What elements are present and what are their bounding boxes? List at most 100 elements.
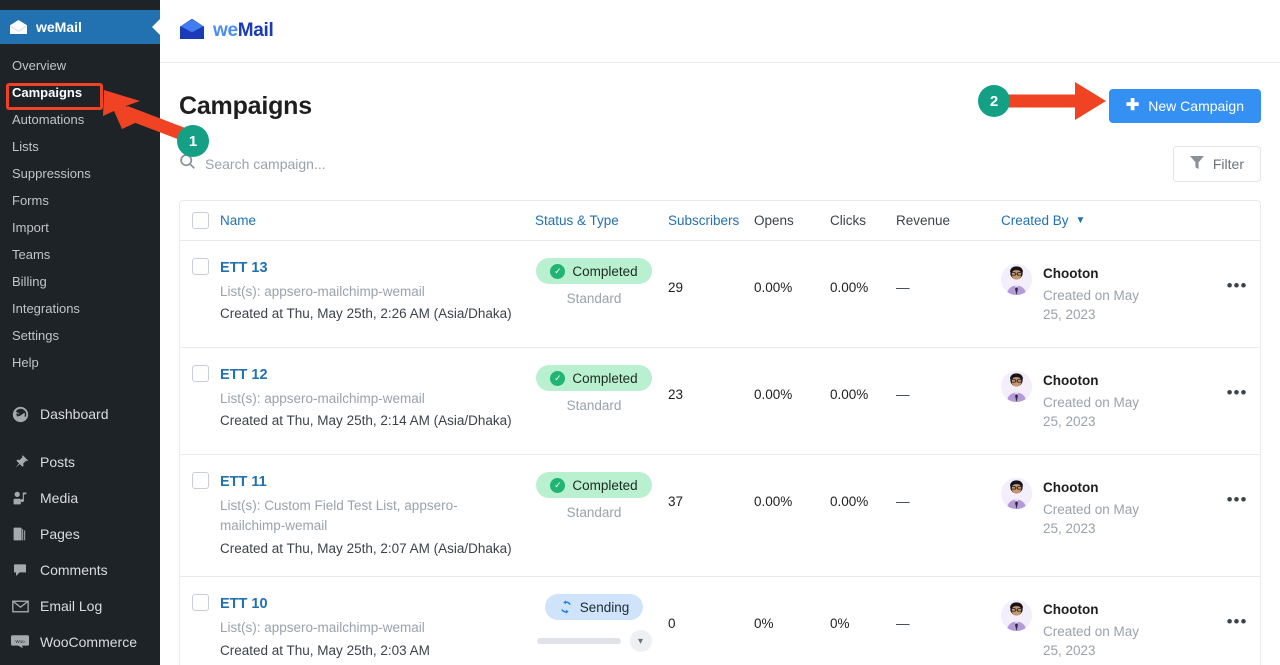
column-header-subscribers[interactable]: Subscribers — [668, 213, 754, 228]
revenue-value: — — [896, 280, 910, 295]
sidebar-item-overview[interactable]: Overview — [0, 52, 160, 79]
revenue-value: — — [896, 387, 910, 402]
row-subscribers-cell: 23 — [668, 365, 754, 402]
progress-bar — [536, 638, 621, 645]
filter-button[interactable]: Filter — [1172, 146, 1261, 182]
chevron-down-icon[interactable]: ▾ — [629, 630, 652, 653]
app-root: weMail Overview Campaigns Automations Li… — [0, 0, 1280, 665]
row-revenue-cell: — — [896, 472, 1001, 509]
row-checkbox[interactable] — [191, 594, 209, 612]
sidebar-item-email-log[interactable]: Email Log — [0, 588, 160, 624]
sidebar-item-settings[interactable]: Settings — [0, 322, 160, 349]
search-input[interactable] — [205, 156, 535, 172]
step-number: 1 — [188, 132, 198, 150]
campaign-name-link[interactable]: ETT 11 — [220, 472, 521, 494]
brand-name: weMail — [213, 20, 274, 42]
sidebar-item-dashboard[interactable]: Dashboard — [0, 396, 160, 432]
subscribers-value: 0 — [668, 616, 676, 632]
sidebar-posts-label: Posts — [40, 454, 76, 470]
table-row[interactable]: ETT 11 List(s): Custom Field Test List, … — [180, 455, 1260, 578]
woocommerce-icon: Woo — [10, 632, 30, 652]
sidebar-item-automations[interactable]: Automations — [0, 106, 160, 133]
author-created-date: Created on May 25, 2023 — [1043, 501, 1140, 537]
clicks-value: 0.00% — [830, 280, 869, 295]
sidebar-woocommerce-label: WooCommerce — [40, 634, 137, 650]
sidebar-item-billing[interactable]: Billing — [0, 268, 160, 295]
sidebar-item-woocommerce[interactable]: Woo WooCommerce — [0, 624, 160, 660]
row-name-cell: ETT 13 List(s): appsero-mailchimp-wemail… — [220, 258, 535, 325]
campaign-created-at: Created at Thu, May 25th, 2:26 AM (Asia/… — [220, 306, 512, 322]
campaign-name-link[interactable]: ETT 10 — [220, 594, 430, 616]
campaigns-table: Name Status & Type Subscribers Opens Cli… — [179, 200, 1261, 665]
sidebar-item-import[interactable]: Import — [0, 214, 160, 241]
column-header-status[interactable]: Status & Type — [535, 213, 668, 228]
sidebar-item-forms[interactable]: Forms — [0, 187, 160, 214]
row-checkbox[interactable] — [191, 258, 209, 275]
wordpress-admin-sidebar: weMail Overview Campaigns Automations Li… — [0, 0, 161, 665]
sidebar-item-posts[interactable]: Posts — [0, 444, 160, 480]
table-row[interactable]: ETT 10 List(s): appsero-mailchimp-wemail… — [180, 577, 1260, 665]
column-header-name[interactable]: Name — [220, 213, 535, 228]
sidebar-item-pages[interactable]: Pages — [0, 516, 160, 552]
row-checkbox[interactable] — [191, 472, 209, 489]
sidebar-item-suppressions[interactable]: Suppressions — [0, 160, 160, 187]
ellipsis-icon[interactable]: ••• — [1227, 365, 1248, 403]
plus-icon: ✚ — [1125, 97, 1140, 114]
clicks-value: 0% — [830, 616, 850, 632]
sidebar-item-integrations[interactable]: Integrations — [0, 295, 160, 322]
author-name: Chooton — [1043, 373, 1099, 388]
pin-icon — [10, 452, 30, 472]
status-badge: ✓ Completed — [536, 472, 652, 498]
sidebar-item-lists[interactable]: Lists — [0, 133, 160, 160]
table-row[interactable]: ETT 12 List(s): appsero-mailchimp-wemail… — [180, 348, 1260, 455]
author-name: Chooton — [1043, 602, 1099, 618]
new-campaign-label: New Campaign — [1148, 98, 1244, 114]
sidebar-item-media[interactable]: Media — [0, 480, 160, 516]
column-header-created-by[interactable]: Created By ▼ — [1001, 213, 1214, 228]
revenue-value: — — [896, 494, 910, 509]
sidebar-pages-label: Pages — [40, 526, 80, 542]
subscribers-value: 37 — [668, 494, 684, 509]
table-row[interactable]: ETT 13 List(s): appsero-mailchimp-wemail… — [180, 241, 1260, 348]
row-name-cell: ETT 11 List(s): Custom Field Test List, … — [220, 472, 535, 559]
sidebar-item-help[interactable]: Help — [0, 349, 160, 376]
status-badge: Sending — [544, 594, 644, 621]
campaign-name-link[interactable]: ETT 12 — [220, 365, 512, 387]
status-label: Sending — [579, 599, 630, 615]
author-name: Chooton — [1043, 480, 1099, 495]
page-title: Campaigns — [179, 91, 312, 120]
select-all-checkbox[interactable] — [191, 212, 209, 229]
sidebar-item-teams[interactable]: Teams — [0, 241, 160, 268]
new-campaign-button[interactable]: ✚ New Campaign — [1108, 89, 1261, 123]
campaign-name-link[interactable]: ETT 13 — [220, 258, 512, 280]
row-checkbox[interactable] — [191, 365, 209, 382]
column-header-clicks[interactable]: Clicks — [830, 213, 896, 228]
campaign-created-at: Created at Thu, May 25th, 2:14 AM (Asia/… — [220, 413, 512, 429]
row-created-by-cell: Chooton Created on May 25, 2023 — [1001, 365, 1214, 432]
row-clicks-cell: 0% — [830, 594, 896, 631]
column-header-revenue[interactable]: Revenue — [896, 213, 1001, 228]
row-subscribers-cell: 29 — [668, 258, 754, 295]
ellipsis-icon[interactable]: ••• — [1227, 258, 1248, 296]
ellipsis-icon[interactable]: ••• — [1227, 594, 1248, 632]
row-name-cell: ETT 12 List(s): appsero-mailchimp-wemail… — [220, 365, 535, 432]
ellipsis-icon[interactable]: ••• — [1227, 472, 1248, 510]
sidebar-media-label: Media — [40, 490, 79, 506]
annotation-step-2: 2 — [978, 85, 1010, 117]
author-created-date: Created on May 25, 2023 — [1043, 287, 1140, 323]
sidebar-item-comments[interactable]: Comments — [0, 552, 160, 588]
search-filter-row: Filter — [179, 146, 1261, 182]
created-by-label: Created By — [1001, 213, 1069, 228]
clicks-value: 0.00% — [830, 387, 869, 402]
campaign-lists: List(s): Custom Field Test List, appsero… — [220, 497, 458, 534]
sidebar-wemail-label: weMail — [36, 19, 82, 35]
dashboard-icon — [10, 404, 30, 424]
campaign-created-at: Created at Thu, May 25th, 2:07 AM (Asia/… — [220, 540, 512, 556]
opens-value: 0.00% — [754, 280, 793, 295]
page-header-row: Campaigns ✚ New Campaign — [179, 63, 1261, 123]
sidebar-item-wemail[interactable]: weMail — [0, 10, 161, 44]
row-actions-cell: ••• — [1214, 258, 1260, 296]
row-actions-cell: ••• — [1214, 594, 1260, 632]
column-header-opens[interactable]: Opens — [754, 213, 830, 228]
sidebar-comments-label: Comments — [40, 562, 108, 578]
